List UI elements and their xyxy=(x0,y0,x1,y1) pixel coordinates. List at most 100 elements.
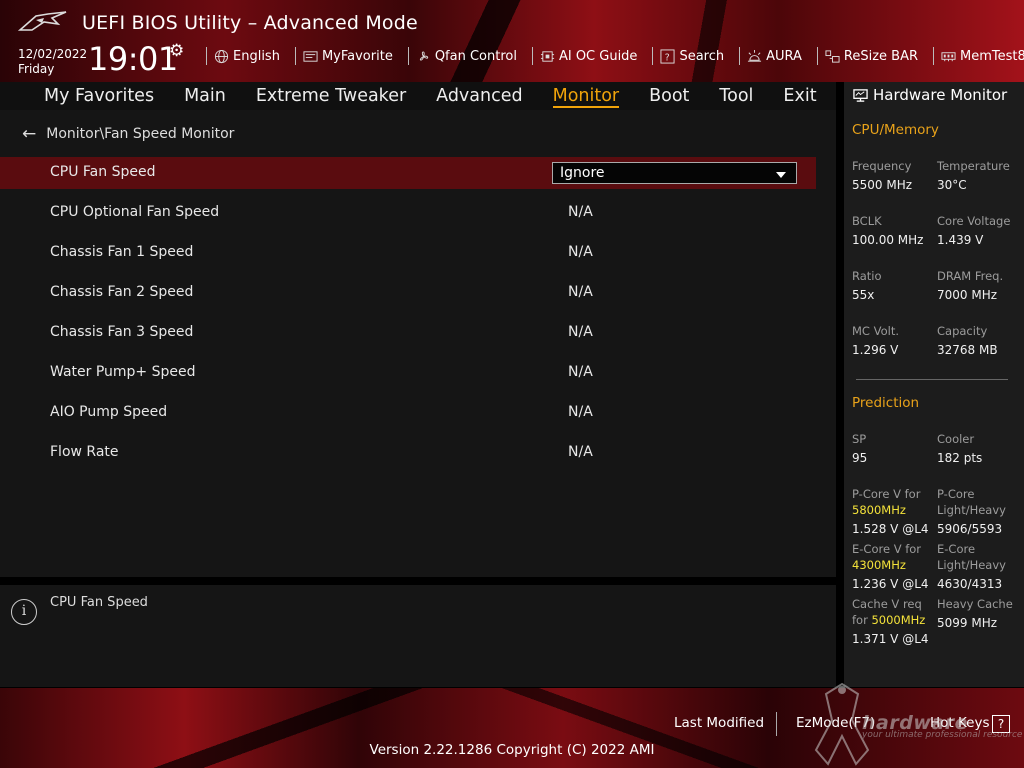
toolbar-divider xyxy=(652,47,654,65)
tab-extreme-tweaker[interactable]: Extreme Tweaker xyxy=(256,86,406,106)
setting-value: N/A xyxy=(568,324,593,340)
cpu-fan-speed-dropdown[interactable]: Ignore xyxy=(552,162,797,184)
myfavorite-label: MyFavorite xyxy=(321,48,393,64)
breadcrumb: ← Monitor\Fan Speed Monitor xyxy=(22,124,234,144)
tab-monitor[interactable]: Monitor xyxy=(552,86,619,108)
ai-oc-guide-button[interactable]: AI OC Guide xyxy=(539,49,637,64)
language-button[interactable]: English xyxy=(213,49,280,64)
fan-icon xyxy=(419,50,428,60)
search-icon: ? xyxy=(660,48,675,64)
tab-exit[interactable]: Exit xyxy=(783,86,816,106)
tab-boot[interactable]: Boot xyxy=(649,86,689,106)
toolbar-divider xyxy=(407,47,409,65)
hw-label: E-Core V for 4300MHz xyxy=(852,541,921,573)
hw-freq-highlight: 5800MHz xyxy=(852,503,906,517)
setting-value: N/A xyxy=(568,444,593,460)
hw-value: 1.528 V @L4 xyxy=(852,522,929,536)
setting-label: AIO Pump Speed xyxy=(50,404,168,420)
setting-row[interactable]: Chassis Fan 1 Speed N/A xyxy=(0,237,816,269)
hw-value: 55x xyxy=(852,288,875,302)
myfavorite-button[interactable]: MyFavorite xyxy=(302,49,393,64)
hot-keys-help-icon[interactable]: ? xyxy=(992,715,1010,733)
hot-keys-button[interactable]: Hot Keys xyxy=(930,715,990,731)
hw-label: Cache V req for 5000MHz xyxy=(852,596,925,628)
setting-row[interactable]: AIO Pump Speed N/A xyxy=(0,397,816,429)
setting-row[interactable]: Chassis Fan 2 Speed N/A xyxy=(0,277,816,309)
tab-my-favorites[interactable]: My Favorites xyxy=(44,86,154,106)
back-arrow-icon[interactable]: ← xyxy=(22,124,36,144)
search-button[interactable]: ? Search xyxy=(659,49,724,64)
hw-label-line: Cache V req xyxy=(852,597,922,611)
toolbar-divider xyxy=(294,47,296,65)
memtest86-button[interactable]: MemTest86 xyxy=(940,49,1024,64)
hardware-monitor-title-text: Hardware Monitor xyxy=(873,86,1008,104)
svg-text:?: ? xyxy=(665,52,670,63)
hw-label-line: Light/Heavy xyxy=(937,558,1006,572)
hardware-monitor-panel: Hardware Monitor CPU/Memory Frequency 55… xyxy=(844,82,1024,687)
datetime-date: 12/02/2022 Friday xyxy=(18,47,87,77)
resize-bar-icon xyxy=(825,49,840,63)
setting-label: CPU Fan Speed xyxy=(50,164,156,180)
tab-advanced[interactable]: Advanced xyxy=(436,86,522,106)
hw-value: 100.00 MHz xyxy=(852,233,924,247)
hw-value: 5099 MHz xyxy=(937,616,998,630)
toolbar-divider xyxy=(739,47,741,65)
toolbar-divider xyxy=(933,47,935,65)
last-modified-button[interactable]: Last Modified xyxy=(674,715,764,731)
favorite-icon xyxy=(303,50,318,62)
tab-tool[interactable]: Tool xyxy=(719,86,753,106)
hw-value: 1.439 V xyxy=(937,233,984,247)
hw-label: P-Core Light/Heavy xyxy=(937,486,1006,518)
toolbar-divider xyxy=(531,47,533,65)
hw-value: 1.371 V @L4 xyxy=(852,632,929,646)
hw-label: P-Core V for 5800MHz xyxy=(852,486,920,518)
hw-value: 5906/5593 xyxy=(937,522,1003,536)
hw-label-line: P-Core V for xyxy=(852,487,921,501)
toolbar-divider xyxy=(816,47,818,65)
globe-icon xyxy=(214,49,229,63)
help-panel: i CPU Fan Speed xyxy=(0,585,836,687)
setting-label: Flow Rate xyxy=(50,444,119,460)
hw-label-line: E-Core V for xyxy=(852,542,922,556)
aura-button[interactable]: AURA xyxy=(746,49,802,64)
app-title: UEFI BIOS Utility – Advanced Mode xyxy=(82,12,418,34)
hw-label: Capacity xyxy=(937,324,988,338)
setting-label: Water Pump+ Speed xyxy=(50,364,196,380)
info-icon: i xyxy=(11,599,37,625)
hw-value: 5500 MHz xyxy=(852,178,913,192)
ezmode-button[interactable]: EzMode(F7) xyxy=(796,715,875,731)
qfan-control-button[interactable]: Qfan Control xyxy=(415,49,517,64)
hw-label: MC Volt. xyxy=(852,324,899,338)
hw-label-line: for xyxy=(852,613,868,627)
monitor-icon xyxy=(853,88,868,102)
setting-label: Chassis Fan 3 Speed xyxy=(50,324,194,340)
tab-main[interactable]: Main xyxy=(184,86,226,106)
hw-label: Cooler xyxy=(937,432,975,446)
prediction-section-title: Prediction xyxy=(852,395,920,411)
hw-value: 1.296 V xyxy=(852,343,899,357)
setting-row[interactable]: Flow Rate N/A xyxy=(0,437,816,469)
hw-label: E-Core Light/Heavy xyxy=(937,541,1006,573)
gear-icon[interactable]: ⚙ xyxy=(169,41,184,61)
hw-label-line: E-Core xyxy=(937,542,976,556)
setting-label: CPU Optional Fan Speed xyxy=(50,204,220,220)
setting-row-cpu-fan-speed[interactable]: CPU Fan Speed Ignore xyxy=(0,157,816,189)
resize-bar-button[interactable]: ReSize BAR xyxy=(824,49,918,64)
aura-icon xyxy=(748,49,762,62)
setting-row[interactable]: Water Pump+ Speed N/A xyxy=(0,357,816,389)
date-text: 12/02/2022 xyxy=(18,47,88,61)
setting-value: N/A xyxy=(568,244,593,260)
hw-value: 32768 MB xyxy=(937,343,998,357)
setting-value: N/A xyxy=(568,404,593,420)
hw-freq-highlight: 4300MHz xyxy=(852,558,906,572)
chevron-down-icon xyxy=(776,172,786,178)
settings-panel: ← Monitor\Fan Speed Monitor CPU Fan Spee… xyxy=(0,110,836,577)
resize-bar-label: ReSize BAR xyxy=(843,48,919,64)
hw-label: Temperature xyxy=(937,159,1010,173)
hw-label: Frequency xyxy=(852,159,912,173)
hw-value: 1.236 V @L4 xyxy=(852,577,929,591)
setting-value: N/A xyxy=(568,364,593,380)
hw-value: 4630/4313 xyxy=(937,577,1003,591)
setting-row[interactable]: CPU Optional Fan Speed N/A xyxy=(0,197,816,229)
setting-row[interactable]: Chassis Fan 3 Speed N/A xyxy=(0,317,816,349)
